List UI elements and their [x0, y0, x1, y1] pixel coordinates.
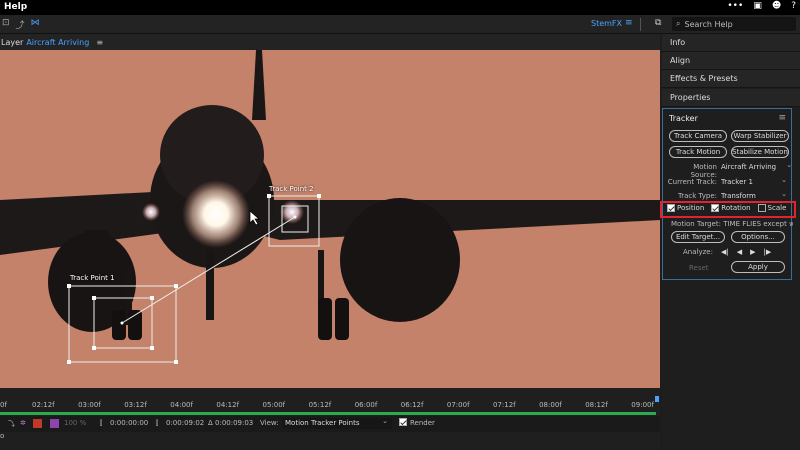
viewer-controls: ⤵ ✲ 100 % ⫿ 0:00:00:00 ⫿ 0:00:09:02 Δ 0:… — [0, 416, 660, 432]
share-icon[interactable]: ▣ — [753, 1, 762, 11]
effects-presets-panel-header[interactable]: Effects & Presets — [662, 70, 800, 88]
more-icon[interactable]: ••• — [727, 1, 743, 11]
motion-source-dropdown[interactable]: Aircraft Arriving — [721, 161, 792, 171]
search-box[interactable]: ⌕ — [672, 17, 796, 31]
layer-tab-label: Layer — [1, 37, 24, 47]
workspace-name[interactable]: StemFX — [591, 19, 622, 28]
stabilize-motion-button[interactable]: Stabilize Motion — [731, 146, 789, 158]
analyze-forward-icon[interactable]: ▶ — [750, 248, 755, 256]
panel-menu-icon[interactable]: ≡ — [96, 38, 103, 47]
options-button[interactable]: Options... — [731, 231, 785, 243]
workspace-layout-icon[interactable]: ⧉ — [655, 18, 661, 28]
help-icon[interactable]: ? — [791, 1, 796, 11]
warp-stabilizer-button[interactable]: Warp Stabilizer — [731, 130, 789, 142]
time-tick: 08:00f — [539, 401, 562, 409]
collapse-icon[interactable]: o — [0, 432, 4, 440]
view-dropdown[interactable]: Motion Tracker Points — [282, 416, 392, 429]
analyze-controls: Analyze: ◀| ◀ ▶ |▶ — [683, 248, 771, 256]
snapshot-icon[interactable]: ⤵ — [8, 419, 15, 429]
analyze-forward-one-frame-icon[interactable]: |▶ — [763, 248, 771, 256]
help-menu[interactable]: Help — [4, 2, 27, 12]
right-panel: Info Align Effects & Presets Properties … — [662, 34, 800, 450]
search-icon: ⌕ — [676, 19, 681, 28]
work-area-bar[interactable] — [0, 412, 656, 415]
out-point-time[interactable]: 0:00:09:02 — [166, 419, 204, 427]
motion-target-text: Motion Target: TIME FLIES except wher — [671, 220, 793, 228]
render-checkbox[interactable] — [399, 418, 407, 426]
track-camera-button[interactable]: Track Camera — [669, 130, 727, 142]
motion-source-label: Motion Source: — [690, 163, 717, 179]
layer-tab-name: Aircraft Arriving — [26, 37, 90, 47]
info-panel-header[interactable]: Info — [662, 34, 800, 52]
aircraft-footage — [0, 50, 660, 364]
mask-icon[interactable] — [33, 419, 42, 428]
layer-viewer[interactable]: Track Point 1 Track Point 2 — [0, 50, 660, 388]
color-label-icon[interactable] — [50, 419, 59, 428]
time-tick: 09:00f — [631, 401, 654, 409]
reset-button[interactable]: Reset — [689, 264, 709, 272]
time-tick: 0f — [0, 401, 7, 409]
time-tick: 02:12f — [32, 401, 55, 409]
in-point-time[interactable]: 0:00:00:00 — [110, 419, 148, 427]
current-track-dropdown[interactable]: Tracker 1 — [721, 176, 787, 186]
time-tick: 05:12f — [308, 401, 332, 409]
track-type-dropdown[interactable]: Transform — [721, 190, 787, 200]
properties-panel-header[interactable]: Properties — [662, 89, 800, 107]
in-point-icon[interactable]: ⫿ — [100, 419, 102, 428]
time-tick: 03:12f — [124, 401, 147, 409]
track-motion-button[interactable]: Track Motion — [669, 146, 727, 158]
search-input[interactable] — [684, 19, 785, 29]
apply-button[interactable]: Apply — [731, 261, 785, 273]
zoom-value[interactable]: 100 % — [64, 419, 86, 427]
layer-panel-tab[interactable]: Layer Aircraft Arriving ≡ — [0, 34, 660, 50]
time-tick: 05:00f — [262, 401, 286, 409]
highlight-box — [660, 201, 796, 218]
time-tick: 06:12f — [400, 401, 424, 409]
analyze-back-one-frame-icon[interactable]: ◀| — [721, 248, 729, 256]
analyze-label: Analyze: — [683, 248, 713, 256]
out-point-icon[interactable]: ⫿ — [156, 419, 158, 428]
time-tick: 04:00f — [170, 401, 193, 409]
render-label: Render — [410, 419, 435, 427]
current-time-indicator[interactable] — [655, 396, 659, 402]
time-ruler[interactable]: 0f 02:12f 03:00f 03:12f 04:00f 04:12f 05:00f 05… — [0, 398, 660, 412]
after-effects-window: Help ••• ▣ ☻ ? ⊡ ⤴ ⋈ StemFX ≡ ⧉ ⌕ Layer … — [0, 0, 800, 450]
snapping-icon[interactable]: ⋈ — [31, 18, 40, 31]
time-tick: 04:12f — [216, 401, 240, 409]
tracker-menu-icon[interactable]: ≡ — [778, 113, 786, 123]
analyze-backward-icon[interactable]: ◀ — [737, 248, 742, 256]
time-tick: 06:00f — [354, 401, 378, 409]
layer-timeline[interactable]: 0f 02:12f 03:00f 03:12f 04:00f 04:12f 05:00f 05… — [0, 388, 660, 450]
view-label: View: — [260, 419, 279, 427]
current-track-label: Current Track: — [667, 178, 717, 186]
channel-icon[interactable]: ✲ — [20, 419, 26, 427]
time-tick: 03:00f — [78, 401, 101, 409]
track-point-1-label: Track Point 1 — [70, 274, 115, 282]
tracker-title: Tracker — [669, 114, 698, 123]
time-tick: 07:00f — [446, 401, 470, 409]
time-tick: 08:12f — [585, 401, 608, 409]
edit-target-button[interactable]: Edit Target... — [671, 231, 725, 243]
track-point-2-label: Track Point 2 — [269, 185, 314, 193]
duration: Δ 0:00:09:03 — [208, 419, 254, 427]
rectangle-tool-icon[interactable]: ⊡ — [2, 18, 10, 31]
time-tick: 07:12f — [493, 401, 516, 409]
align-panel-header[interactable]: Align — [662, 52, 800, 70]
tracker-panel: Tracker ≡ Track Camera Warp Stabilizer T… — [662, 108, 793, 280]
menu-bar: Help ••• ▣ ☻ ? — [0, 0, 800, 15]
track-type-label: Track Type: — [678, 192, 717, 200]
workspace-menu-icon[interactable]: ≡ — [625, 18, 633, 28]
pen-tool-icon[interactable]: ⤴ — [16, 18, 25, 31]
account-icon[interactable]: ☻ — [772, 1, 781, 11]
divider — [640, 18, 641, 31]
